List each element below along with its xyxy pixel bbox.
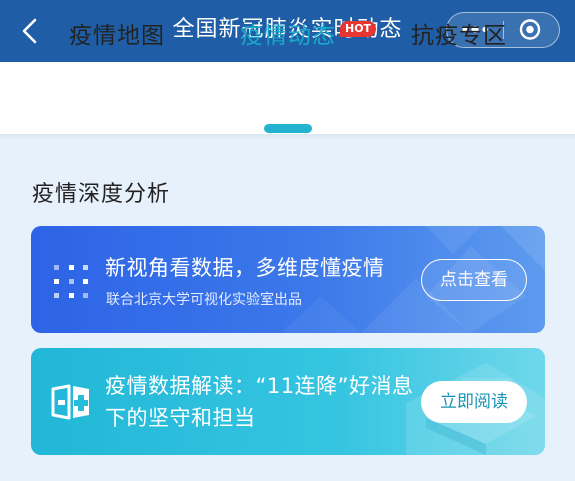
hot-badge: HOT [340,21,377,37]
card-subtitle: 联合北京大学可视化实验室出品 [106,292,302,308]
card-title: 新视角看数据，多维度懂疫情 [105,256,385,280]
book-cross-icon [51,384,89,420]
dot-grid-icon [54,265,88,298]
read-now-button[interactable]: 立即阅读 [421,381,527,423]
data-visualization-card[interactable]: 新视角看数据，多维度懂疫情 联合北京大学可视化实验室出品 点击查看 [31,226,545,333]
view-button[interactable]: 点击查看 [421,259,527,301]
tab-divider-shadow [0,134,575,140]
card-title: 疫情数据解读：“11连降”好消息下的坚守和担当 [105,374,414,430]
tab-epidemic-map[interactable]: 疫情地图 [32,0,202,72]
active-tab-indicator [264,124,312,133]
data-interpretation-card[interactable]: 疫情数据解读：“11连降”好消息下的坚守和担当 立即阅读 [31,348,545,455]
section-title: 疫情深度分析 [32,182,171,207]
tab-anti-epidemic-zone[interactable]: 抗疫专区 [374,0,544,72]
